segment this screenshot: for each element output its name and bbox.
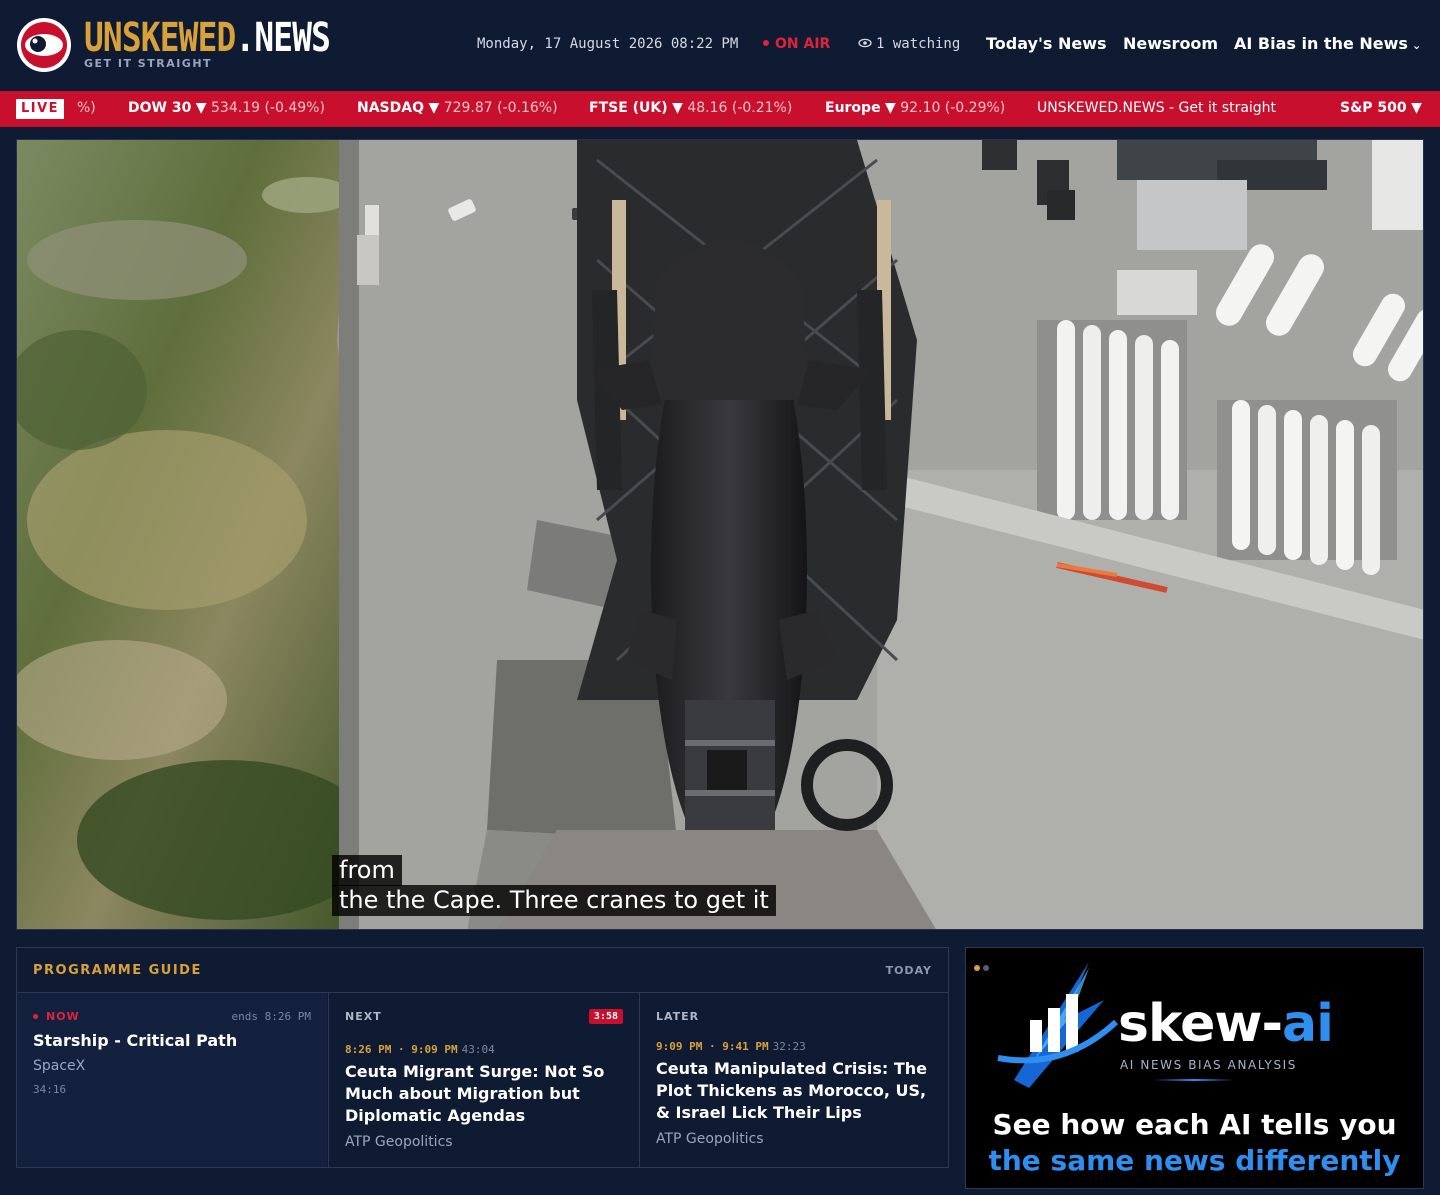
on-air-indicator: ON AIR xyxy=(763,36,830,52)
ticker-item-sp500: S&P 500 ▼ xyxy=(1340,100,1422,116)
viewer-count: 1 watching xyxy=(858,36,960,52)
ticker-name: FTSE (UK) xyxy=(589,100,668,116)
programme-next[interactable]: NEXT 3:58 8:26 PM · 9:09 PM 43:04 Ceuta M… xyxy=(328,993,639,1167)
down-arrow-icon: ▼ xyxy=(1411,100,1422,116)
programme-duration: 32:23 xyxy=(772,1040,806,1053)
programme-duration: 43:04 xyxy=(461,1043,495,1056)
ticker-name: S&P 500 xyxy=(1340,100,1407,116)
ticker-value: 48.16 (-0.21%) xyxy=(687,100,793,116)
ends-time: ends 8:26 PM xyxy=(231,1010,311,1023)
bar-chart-logo-icon xyxy=(997,962,1119,1088)
eye-icon xyxy=(858,38,872,47)
live-dot-icon xyxy=(33,1013,38,1019)
programme-guide: PROGRAMME GUIDE TODAY NOW ends 8:26 PM S… xyxy=(16,947,949,1168)
programme-title: Ceuta Manipulated Crisis: The Plot Thick… xyxy=(656,1059,928,1122)
down-arrow-icon: ▼ xyxy=(672,100,683,116)
chevron-down-icon: ⌄ xyxy=(1411,39,1422,52)
brand-wordmark[interactable]: UNSKEWED.NEWS xyxy=(84,14,331,62)
ticker-value: 534.19 (-0.49%) xyxy=(211,100,325,116)
ad-brand-accent: ai xyxy=(1282,994,1334,1054)
ticker-item-ftse: FTSE (UK) ▼ 48.16 (-0.21%) xyxy=(589,100,792,116)
now-label-text: NOW xyxy=(46,1010,80,1023)
nav-ai-bias-label: AI Bias in the News xyxy=(1234,34,1408,53)
video-frame-image xyxy=(17,140,1423,929)
programme-title: Ceuta Migrant Surge: Not So Much about M… xyxy=(345,1062,605,1125)
live-badge: LIVE xyxy=(16,99,64,119)
ad-headline-line2: the same news differently xyxy=(988,1144,1401,1177)
video-player[interactable]: from the the Cape. Three cranes to get i… xyxy=(16,139,1424,930)
time-range: 9:09 PM · 9:41 PM xyxy=(656,1040,769,1053)
live-dot-icon xyxy=(763,39,769,46)
carousel-dot[interactable] xyxy=(983,965,989,971)
ad-brand: skew-ai xyxy=(1118,994,1334,1054)
carousel-dot-active[interactable] xyxy=(974,965,980,971)
ad-headline-line1: See how each AI tells you xyxy=(992,1108,1397,1141)
ticker-item-europe: Europe ▼ 92.10 (-0.29%) xyxy=(825,100,1005,116)
down-arrow-icon: ▼ xyxy=(428,100,440,116)
watching-label: 1 watching xyxy=(876,36,961,52)
brand-part2: .NEWS xyxy=(235,15,331,61)
nav-newsroom[interactable]: Newsroom xyxy=(1123,34,1218,53)
later-label: LATER xyxy=(656,1010,700,1023)
ticker-name: DOW 30 xyxy=(128,100,192,116)
down-arrow-icon: ▼ xyxy=(195,100,207,116)
programme-now[interactable]: NOW ends 8:26 PM Starship - Critical Pat… xyxy=(17,993,327,1167)
ticker-item-slogan: UNSKEWED.NEWS - Get it straight xyxy=(1037,100,1277,116)
next-label: NEXT xyxy=(345,1010,382,1023)
ad-brand-main: skew- xyxy=(1118,994,1283,1054)
current-datetime: Monday, 17 August 2026 08:22 PM xyxy=(477,36,739,52)
ticker-value: 729.87 (-0.16%) xyxy=(443,100,558,116)
programme-source: ATP Geopolitics xyxy=(656,1131,764,1147)
ticker-item: %) xyxy=(77,100,96,116)
time-range: 8:26 PM · 9:09 PM xyxy=(345,1043,458,1056)
ticker-name: Europe xyxy=(825,100,881,116)
down-arrow-icon: ▼ xyxy=(885,100,896,116)
skew-ai-ad-banner[interactable]: skew-ai AI NEWS BIAS ANALYSIS See how ea… xyxy=(965,947,1424,1189)
ticker-item-dow30: DOW 30 ▼ 534.19 (-0.49%) xyxy=(128,100,325,116)
subtitle-line-1: from xyxy=(332,855,402,886)
programme-duration: 34:16 xyxy=(33,1083,67,1096)
guide-title: PROGRAMME GUIDE xyxy=(33,963,202,978)
site-header: UNSKEWED.NEWS GET IT STRAIGHT Monday, 17… xyxy=(0,0,1440,90)
eye-logo-icon[interactable] xyxy=(16,17,72,73)
programme-time: 9:09 PM · 9:41 PM 32:23 xyxy=(656,1040,806,1053)
now-label: NOW xyxy=(33,1010,80,1023)
market-ticker: LIVE %) DOW 30 ▼ 534.19 (-0.49%) NASDAQ … xyxy=(0,91,1440,127)
programme-title: Starship - Critical Path xyxy=(33,1031,238,1050)
programme-source: ATP Geopolitics xyxy=(345,1134,453,1150)
ad-subtitle: AI NEWS BIAS ANALYSIS xyxy=(1120,1058,1298,1072)
on-air-label: ON AIR xyxy=(775,36,831,52)
carousel-dots xyxy=(974,956,992,975)
ticker-fragment: %) xyxy=(77,100,96,116)
ticker-value: 92.10 (-0.29%) xyxy=(900,100,1006,116)
programme-source: SpaceX xyxy=(33,1058,86,1074)
countdown-badge: 3:58 xyxy=(588,1009,623,1024)
programme-time: 8:26 PM · 9:09 PM 43:04 xyxy=(345,1043,495,1056)
ticker-item-nasdaq: NASDAQ ▼ 729.87 (-0.16%) xyxy=(357,100,558,116)
programme-later[interactable]: LATER 9:09 PM · 9:41 PM 32:23 Ceuta Manip… xyxy=(639,993,949,1167)
nav-ai-bias-in-the-news[interactable]: AI Bias in the News ⌄ xyxy=(1234,34,1421,53)
divider xyxy=(1154,1079,1234,1081)
brand-part1: UNSKEWED xyxy=(84,15,236,61)
nav-todays-news[interactable]: Today's News xyxy=(986,34,1107,53)
tagline: GET IT STRAIGHT xyxy=(84,57,213,70)
ticker-name: NASDAQ xyxy=(357,100,424,116)
subtitle-line-2: the the Cape. Three cranes to get it xyxy=(332,885,776,916)
guide-today-label: TODAY xyxy=(885,964,932,977)
